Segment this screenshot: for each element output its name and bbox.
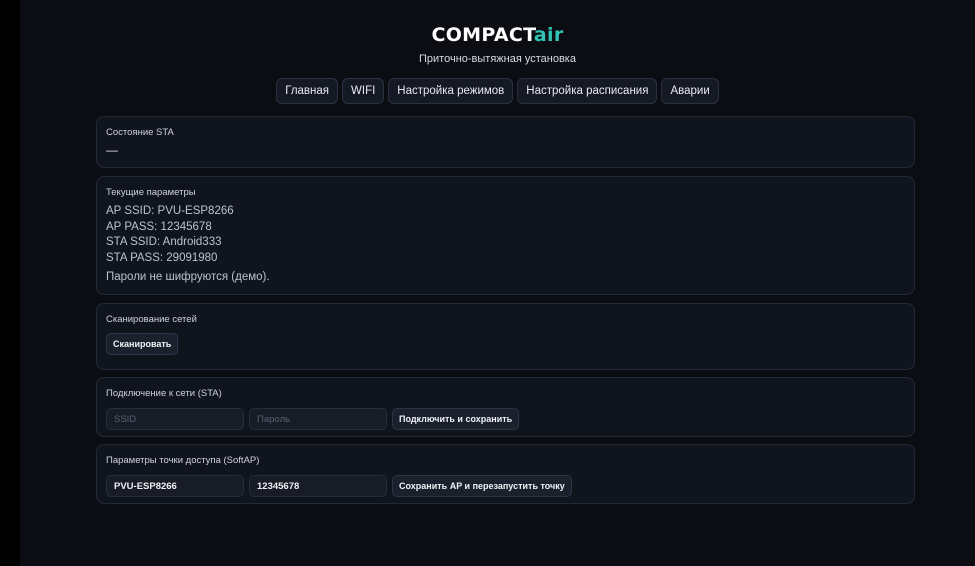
sta-pass-line: STA PASS: 29091980 xyxy=(106,251,218,264)
header: COMPACTair Приточно-вытяжная установка xyxy=(20,22,975,65)
logo: COMPACTair xyxy=(20,22,975,48)
softap-password-input[interactable] xyxy=(249,475,387,497)
sta-state-title: Состояние STA xyxy=(106,127,174,138)
sta-password-input[interactable] xyxy=(249,408,387,430)
nav-bar: Главная WIFI Настройка режимов Настройка… xyxy=(20,78,975,104)
logo-main: COMPACT xyxy=(431,24,534,46)
ap-ssid-line: AP SSID: PVU-ESP8266 xyxy=(106,205,234,217)
softap-title: Параметры точки доступа (SoftAP) xyxy=(106,455,260,466)
tab-home[interactable]: Главная xyxy=(276,78,339,104)
subtitle: Приточно-вытяжная установка xyxy=(419,53,576,65)
current-params-card: Текущие параметры AP SSID: PVU-ESP8266 A… xyxy=(96,176,915,295)
current-params-title: Текущие параметры xyxy=(106,187,196,198)
scan-title: Сканирование сетей xyxy=(106,314,197,325)
sta-ssid-input[interactable] xyxy=(106,408,244,430)
softap-ssid-input[interactable] xyxy=(106,475,244,497)
softap-card: Параметры точки доступа (SoftAP) Сохрани… xyxy=(96,444,915,504)
sta-connect-title: Подключение к сети (STA) xyxy=(106,388,222,399)
sta-state-value: — xyxy=(106,143,118,157)
tab-modes[interactable]: Настройка режимов xyxy=(388,78,514,104)
scan-card: Сканирование сетей Сканировать xyxy=(96,303,915,370)
tab-schedule[interactable]: Настройка расписания xyxy=(517,78,658,104)
scan-button[interactable]: Сканировать xyxy=(106,333,179,355)
save-ap-restart-button[interactable]: Сохранить AP и перезапустить точку xyxy=(392,475,572,497)
ap-pass-line: AP PASS: 12345678 xyxy=(106,220,212,233)
tab-alarms[interactable]: Аварии xyxy=(661,78,719,104)
sta-ssid-line: STA SSID: Android333 xyxy=(106,236,222,248)
tab-wifi[interactable]: WIFI xyxy=(342,78,385,104)
logo-accent: air xyxy=(533,24,564,46)
password-note: Пароли не шифруются (демо). xyxy=(106,271,270,283)
sta-state-card: Состояние STA — xyxy=(96,116,915,168)
connect-save-button[interactable]: Подключить и сохранить xyxy=(392,408,520,430)
sta-connect-card: Подключение к сети (STA) Подключить и со… xyxy=(96,377,915,437)
page: COMPACTair Приточно-вытяжная установка Г… xyxy=(20,0,975,566)
